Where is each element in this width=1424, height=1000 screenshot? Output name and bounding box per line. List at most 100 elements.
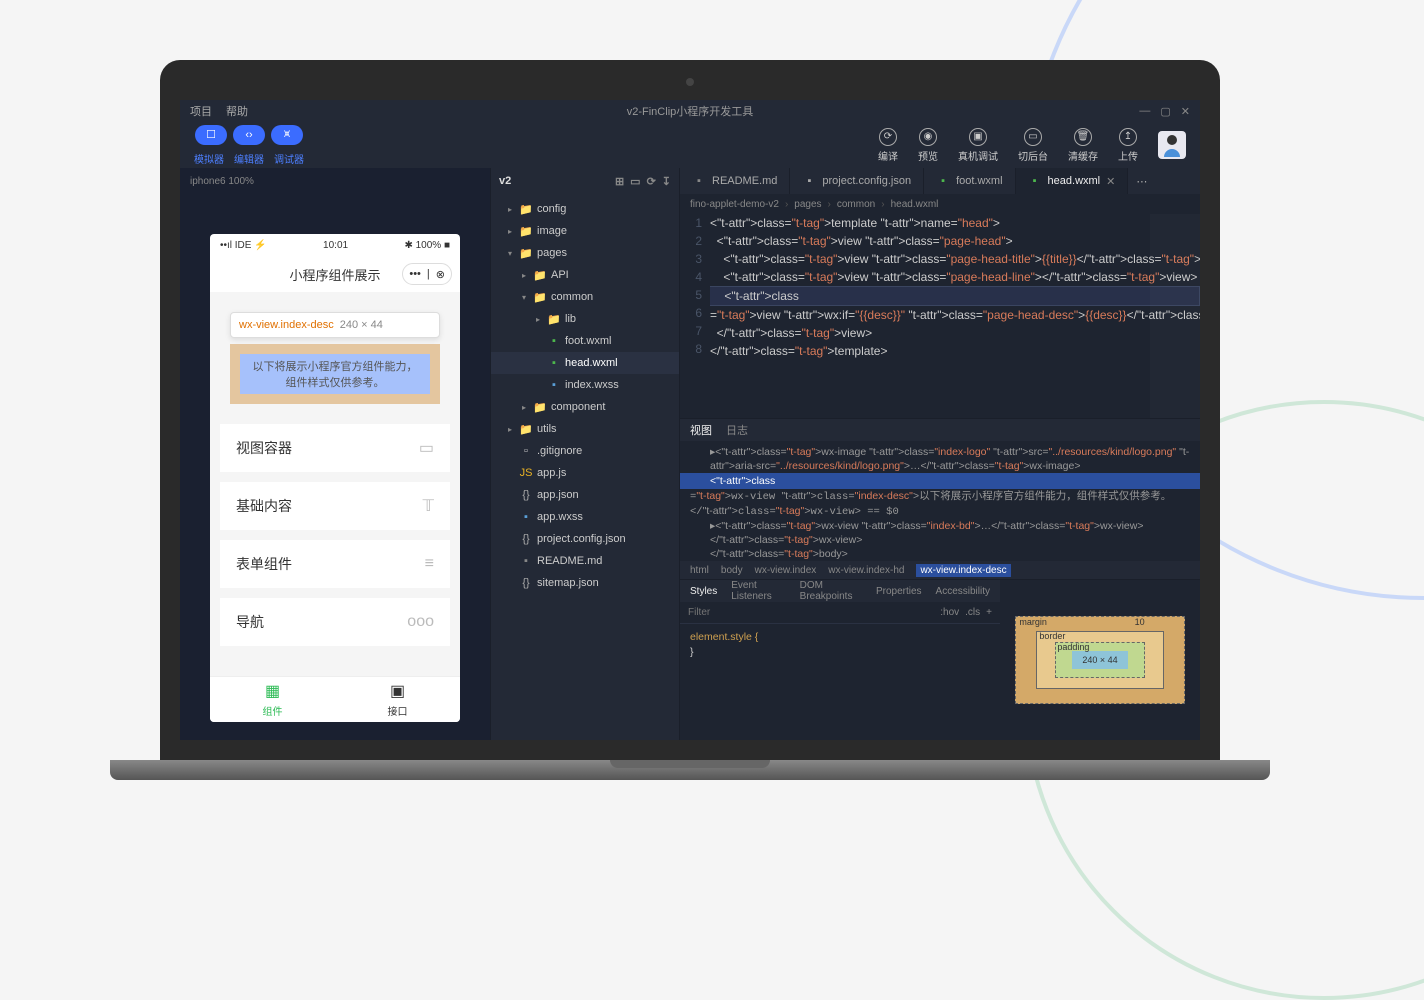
crumb[interactable]: common bbox=[837, 199, 875, 210]
tree-item[interactable]: ▸📁lib bbox=[491, 308, 679, 330]
editor-tab[interactable]: ▪head.wxml✕ bbox=[1016, 168, 1129, 194]
laptop-frame: 项目 帮助 v2-FinClip小程序开发工具 — ▢ ✕ ☐ ‹› ⩙ bbox=[160, 60, 1220, 780]
css-rules[interactable]: element.style {}</span><span class="css-… bbox=[680, 624, 1000, 740]
dom-crumb-item[interactable]: html bbox=[690, 565, 709, 576]
phone-status-bar: ••ıl IDE ⚡ 10:01 ✱ 100% ■ bbox=[210, 234, 460, 256]
chevron-icon: ▾ bbox=[519, 293, 529, 302]
remote-icon: ▣ bbox=[969, 128, 987, 146]
hov-toggle[interactable]: :hov bbox=[940, 607, 959, 618]
chevron-icon: ▸ bbox=[505, 425, 515, 434]
tree-item[interactable]: ▪foot.wxml bbox=[491, 330, 679, 352]
device-label: iphone6 100% bbox=[190, 176, 254, 187]
tree-item[interactable]: ▸📁API bbox=[491, 264, 679, 286]
styles-filter-input[interactable] bbox=[688, 607, 940, 618]
styles-tab[interactable]: Styles bbox=[690, 586, 717, 597]
api-icon: ▣ bbox=[390, 681, 405, 701]
cls-toggle[interactable]: .cls bbox=[965, 607, 980, 618]
tree-item[interactable]: ▾📁common bbox=[491, 286, 679, 308]
editor-tab[interactable]: ▪project.config.json bbox=[790, 168, 924, 194]
file-icon: ▪ bbox=[547, 335, 561, 347]
action-upload[interactable]: ↥上传 bbox=[1118, 128, 1138, 163]
action-compile[interactable]: ⟳编译 bbox=[878, 128, 898, 163]
crumb[interactable]: head.wxml bbox=[891, 199, 939, 210]
dom-crumb-item[interactable]: wx-view.index bbox=[755, 565, 817, 576]
tree-root-label[interactable]: v2 bbox=[499, 175, 511, 187]
background-icon: ▭ bbox=[1024, 128, 1042, 146]
crumb[interactable]: fino-applet-demo-v2 bbox=[690, 199, 779, 210]
mode-simulator-button[interactable]: ☐ bbox=[195, 125, 227, 145]
file-icon: ▪ bbox=[519, 555, 533, 567]
dom-crumb-item[interactable]: body bbox=[721, 565, 743, 576]
tree-item[interactable]: ▸📁utils bbox=[491, 418, 679, 440]
list-item[interactable]: 基础内容𝕋 bbox=[220, 482, 450, 530]
mode-editor-button[interactable]: ‹› bbox=[233, 125, 265, 145]
tree-item[interactable]: ▪index.wxss bbox=[491, 374, 679, 396]
styles-tab[interactable]: Accessibility bbox=[936, 586, 990, 597]
tab-component[interactable]: ▦组件 bbox=[210, 677, 335, 722]
devtools-tab-view[interactable]: 视图 bbox=[690, 422, 712, 438]
action-remote-debug[interactable]: ▣真机调试 bbox=[958, 128, 998, 163]
tab-api[interactable]: ▣接口 bbox=[335, 677, 460, 722]
tree-item[interactable]: ▪head.wxml bbox=[491, 352, 679, 374]
dom-tree[interactable]: ▸<"t-attr">class="t-tag">wx-image "t-att… bbox=[680, 441, 1200, 561]
add-rule-icon[interactable]: + bbox=[986, 607, 992, 618]
code-editor[interactable]: 12345678 <"t-attr">class="t-tag">templat… bbox=[680, 214, 1200, 418]
file-icon: 📁 bbox=[519, 225, 533, 238]
collapse-icon[interactable]: ↧ bbox=[662, 175, 671, 188]
tab-overflow-icon[interactable]: ⋯ bbox=[1128, 168, 1155, 194]
component-icon: ▦ bbox=[265, 681, 280, 701]
tree-item[interactable]: ▸📁config bbox=[491, 198, 679, 220]
tree-item[interactable]: ▾📁pages bbox=[491, 242, 679, 264]
battery-icon: ✱ 100% ■ bbox=[404, 240, 450, 251]
refresh-icon[interactable]: ⟳ bbox=[647, 175, 656, 188]
styles-tab[interactable]: DOM Breakpoints bbox=[800, 580, 862, 602]
action-clear-cache[interactable]: 🗑清缓存 bbox=[1068, 128, 1098, 163]
inspected-element[interactable]: 以下将展示小程序官方组件能力，组件样式仅供参考。 bbox=[230, 344, 440, 404]
styles-tab[interactable]: Properties bbox=[876, 586, 922, 597]
capsule-button[interactable]: ••• | ⊗ bbox=[402, 263, 452, 285]
list-item[interactable]: 视图容器▭ bbox=[220, 424, 450, 472]
crumb[interactable]: pages bbox=[794, 199, 821, 210]
new-file-icon[interactable]: ⊞ bbox=[615, 175, 624, 188]
dom-crumb-item[interactable]: wx-view.index-desc bbox=[916, 564, 1010, 577]
list-item[interactable]: 导航ooo bbox=[220, 598, 450, 646]
new-folder-icon[interactable]: ▭ bbox=[630, 175, 640, 188]
avatar[interactable] bbox=[1158, 131, 1186, 159]
list-item[interactable]: 表单组件≡ bbox=[220, 540, 450, 588]
minimap[interactable] bbox=[1150, 214, 1200, 418]
clock: 10:01 bbox=[267, 240, 405, 251]
item-icon: 𝕋 bbox=[423, 496, 434, 516]
tree-item[interactable]: ▸📁component bbox=[491, 396, 679, 418]
chevron-icon: ▸ bbox=[533, 315, 543, 324]
tree-item[interactable]: JSapp.js bbox=[491, 462, 679, 484]
file-icon: {} bbox=[519, 577, 533, 589]
menu-help[interactable]: 帮助 bbox=[226, 103, 248, 119]
window-minimize-icon[interactable]: — bbox=[1139, 105, 1150, 118]
editor-tab[interactable]: ▪README.md bbox=[680, 168, 790, 194]
tree-item[interactable]: ▫.gitignore bbox=[491, 440, 679, 462]
dom-crumb-item[interactable]: wx-view.index-hd bbox=[828, 565, 904, 576]
close-icon[interactable]: ✕ bbox=[1106, 175, 1115, 188]
tree-item[interactable]: {}sitemap.json bbox=[491, 572, 679, 594]
action-background[interactable]: ▭切后台 bbox=[1018, 128, 1048, 163]
action-preview[interactable]: ◉预览 bbox=[918, 128, 938, 163]
dom-breadcrumb: html body wx-view.index wx-view.index-hd wx-… bbox=[680, 561, 1200, 579]
styles-tab[interactable]: Event Listeners bbox=[731, 580, 785, 602]
devtools-tab-log[interactable]: 日志 bbox=[726, 422, 748, 438]
clearcache-icon: 🗑 bbox=[1074, 128, 1092, 146]
simulator-panel: iphone6 100% ••ıl IDE ⚡ 10:01 ✱ 100% ■ 小… bbox=[180, 168, 490, 740]
tree-item[interactable]: ▪app.wxss bbox=[491, 506, 679, 528]
tree-item[interactable]: {}app.json bbox=[491, 484, 679, 506]
phone-simulator[interactable]: ••ıl IDE ⚡ 10:01 ✱ 100% ■ 小程序组件展示 ••• | … bbox=[210, 234, 460, 722]
file-icon: ▪ bbox=[547, 357, 561, 369]
window-close-icon[interactable]: ✕ bbox=[1181, 105, 1190, 118]
file-icon: JS bbox=[519, 467, 533, 479]
mode-debugger-button[interactable]: ⩙ bbox=[271, 125, 303, 145]
tree-item[interactable]: ▸📁image bbox=[491, 220, 679, 242]
editor-tab[interactable]: ▪foot.wxml bbox=[924, 168, 1015, 194]
tree-item[interactable]: ▪README.md bbox=[491, 550, 679, 572]
window-maximize-icon[interactable]: ▢ bbox=[1160, 105, 1170, 118]
menu-project[interactable]: 项目 bbox=[190, 103, 212, 119]
tree-item[interactable]: {}project.config.json bbox=[491, 528, 679, 550]
mode-editor-label: 编辑器 bbox=[234, 151, 264, 166]
